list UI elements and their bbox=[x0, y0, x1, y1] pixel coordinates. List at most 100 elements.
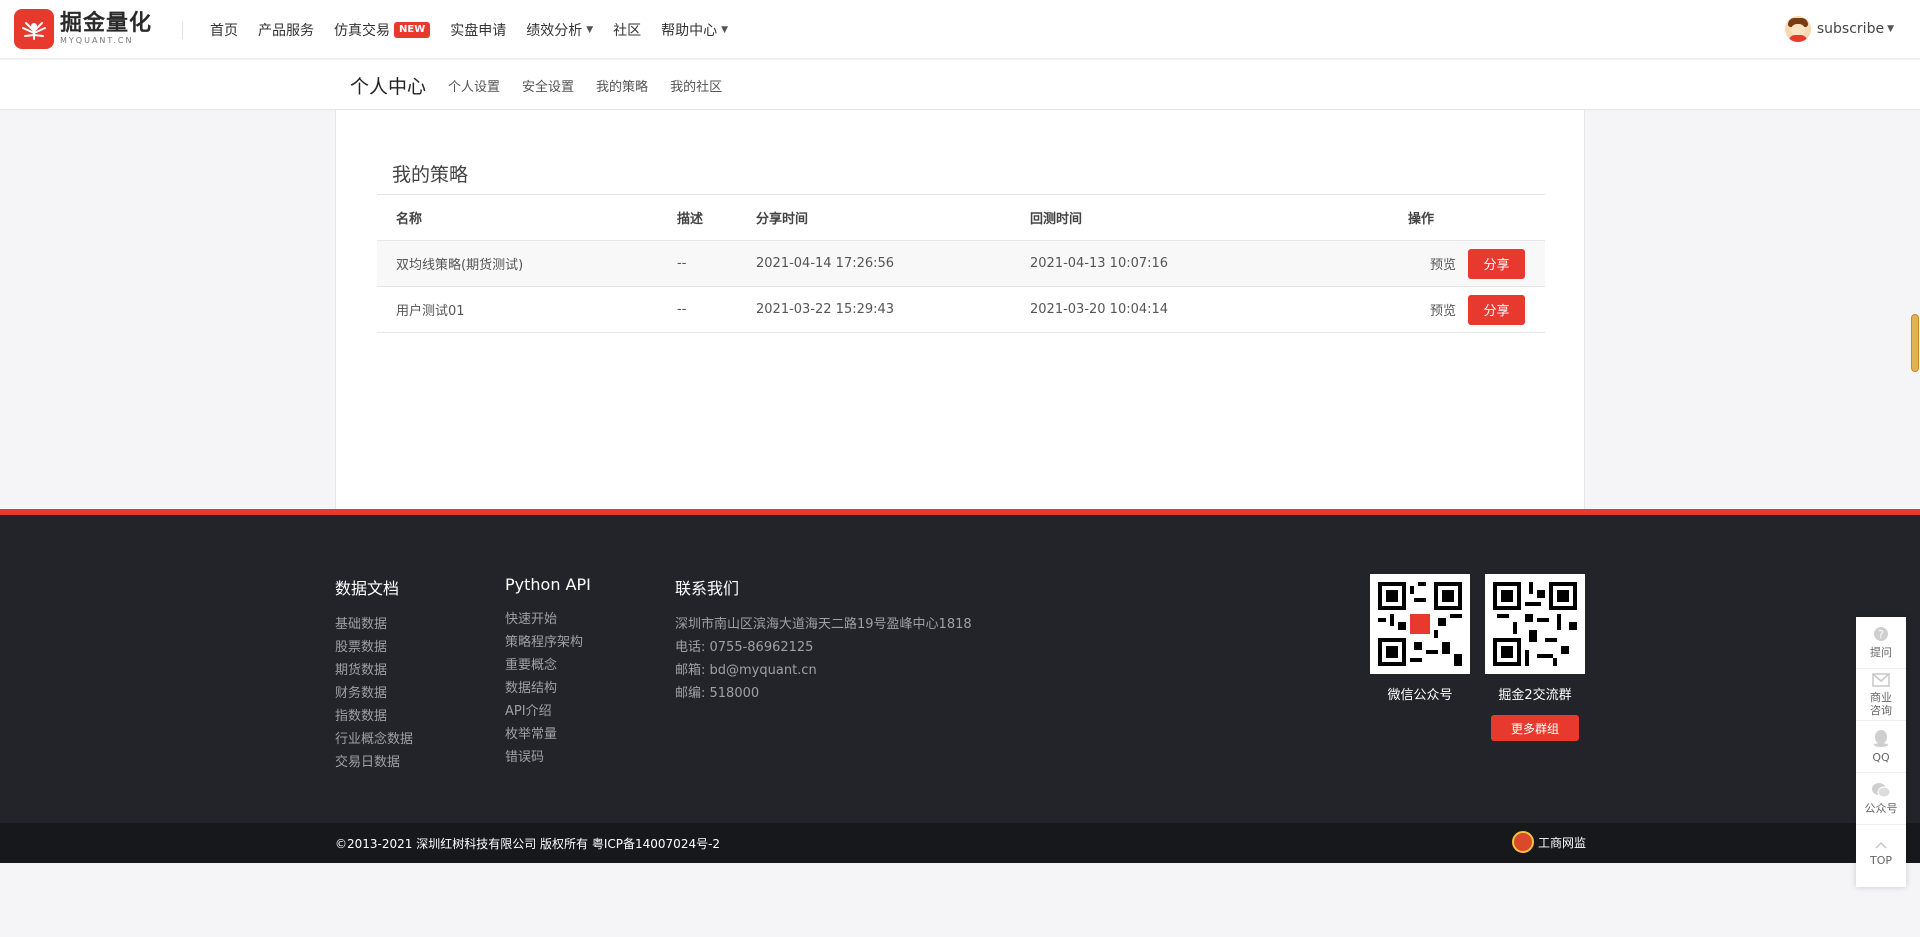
header-divider bbox=[182, 21, 183, 39]
contact-zip: 邮编: 518000 bbox=[675, 686, 760, 701]
col-header-ops: 操作 bbox=[1408, 194, 1545, 241]
float-top-button[interactable]: TOP bbox=[1856, 825, 1906, 877]
contact-phone: 电话: 0755-86962125 bbox=[675, 640, 814, 655]
subnav-item-strategies[interactable]: 我的策略 bbox=[596, 76, 648, 95]
mail-icon bbox=[1872, 672, 1890, 691]
table-row: 双均线策略(期货测试) -- 2021-04-14 17:26:56 2021-… bbox=[377, 240, 1545, 287]
subnav-item-community[interactable]: 我的社区 bbox=[670, 76, 722, 95]
nav-item-label: 帮助中心 bbox=[661, 22, 718, 39]
nav-item-label: 绩效分析 bbox=[526, 22, 583, 39]
subnav-title: 个人中心 bbox=[350, 75, 427, 98]
floating-toolbar: ? 提问 商业 咨询 QQ 公众号 TOP bbox=[1856, 617, 1906, 887]
nav-item-live-apply[interactable]: 实盘申请 bbox=[450, 20, 506, 40]
caret-down-icon: ▼ bbox=[1887, 24, 1894, 34]
float-ask-button[interactable]: ? 提问 bbox=[1856, 617, 1906, 669]
gov-emblem-icon bbox=[1512, 831, 1534, 853]
footer-link[interactable]: 错误码 bbox=[505, 746, 591, 769]
cell-ops: 预览 分享 bbox=[1408, 240, 1545, 287]
user-menu[interactable]: subscribe ▼ bbox=[1784, 16, 1894, 42]
footer-link[interactable]: 股票数据 bbox=[335, 636, 413, 659]
qr-wechat-label: 微信公众号 bbox=[1387, 688, 1453, 703]
col-header-name: 名称 bbox=[377, 194, 677, 241]
preview-link[interactable]: 预览 bbox=[1430, 254, 1456, 273]
nav-item-community[interactable]: 社区 bbox=[613, 20, 641, 40]
logo-mark-icon bbox=[14, 9, 54, 49]
subnav-item-profile[interactable]: 个人设置 bbox=[448, 76, 500, 95]
top-header: 掘金量化 MYQUANT.CN 首页 产品服务 仿真交易 NEW 实盘申请 绩效… bbox=[0, 0, 1920, 59]
footer-link[interactable]: 策略程序架构 bbox=[505, 631, 591, 654]
float-label: 公众号 bbox=[1864, 802, 1898, 815]
share-button[interactable]: 分享 bbox=[1468, 294, 1525, 325]
section-title: 我的策略 bbox=[392, 164, 469, 186]
footer-link[interactable]: 期货数据 bbox=[335, 659, 413, 682]
gov-label: 工商网监 bbox=[1538, 835, 1587, 850]
footer-link[interactable]: 财务数据 bbox=[335, 682, 413, 705]
footer-link[interactable]: 基础数据 bbox=[335, 613, 413, 636]
sub-nav: 个人中心 个人设置 安全设置 我的策略 我的社区 bbox=[0, 60, 1920, 110]
col-header-backtest-time: 回测时间 bbox=[1030, 194, 1408, 241]
nav-item-home[interactable]: 首页 bbox=[210, 20, 238, 40]
footer-link[interactable]: 快速开始 bbox=[505, 608, 591, 631]
more-groups-button[interactable]: 更多群组 bbox=[1491, 715, 1579, 741]
qq-icon bbox=[1873, 729, 1889, 751]
footer-link[interactable]: 数据结构 bbox=[505, 677, 591, 700]
bottom-bar: ©2013-2021 深圳红树科技有限公司 版权所有 粤ICP备14007024… bbox=[0, 823, 1920, 863]
copyright-text: ©2013-2021 深圳红树科技有限公司 版权所有 粤ICP备14007024… bbox=[335, 837, 721, 851]
subnav-item-security[interactable]: 安全设置 bbox=[522, 76, 574, 95]
table-header-row: 名称 描述 分享时间 回测时间 操作 bbox=[377, 194, 1545, 241]
share-button[interactable]: 分享 bbox=[1468, 248, 1525, 279]
scrollbar-thumb[interactable] bbox=[1911, 314, 1919, 372]
footer-docs-column: 数据文档 基础数据 股票数据 期货数据 财务数据 指数数据 行业概念数据 交易日… bbox=[335, 575, 413, 774]
nav-item-label: 社区 bbox=[613, 22, 642, 39]
preview-link[interactable]: 预览 bbox=[1430, 300, 1456, 319]
cell-name: 双均线策略(期货测试) bbox=[377, 240, 677, 287]
logo-subtitle: MYQUANT.CN bbox=[60, 36, 134, 45]
strategies-card: 我的策略 名称 描述 分享时间 回测时间 操作 双均线策略(期货测试) -- 2… bbox=[335, 110, 1585, 510]
footer-link[interactable]: 交易日数据 bbox=[335, 751, 413, 774]
qr-wechat-block: 微信公众号 bbox=[1370, 574, 1470, 703]
col-header-share-time: 分享时间 bbox=[756, 194, 1030, 241]
nav-item-help[interactable]: 帮助中心 ▼ bbox=[661, 20, 728, 40]
cell-desc: -- bbox=[677, 240, 756, 287]
footer-link[interactable]: 重要概念 bbox=[505, 654, 591, 677]
float-qq-button[interactable]: QQ bbox=[1856, 721, 1906, 773]
question-icon: ? bbox=[1873, 626, 1889, 646]
nav-item-products[interactable]: 产品服务 bbox=[258, 20, 314, 40]
float-label: QQ bbox=[1872, 751, 1890, 764]
svg-text:?: ? bbox=[1878, 628, 1884, 641]
footer-link[interactable]: 枚举常量 bbox=[505, 723, 591, 746]
strategies-table: 名称 描述 分享时间 回测时间 操作 双均线策略(期货测试) -- 2021-0… bbox=[377, 194, 1545, 333]
footer-link[interactable]: 指数数据 bbox=[335, 705, 413, 728]
float-wechat-button[interactable]: 公众号 bbox=[1856, 773, 1906, 825]
footer-link[interactable]: 行业概念数据 bbox=[335, 728, 413, 751]
footer-docs-title: 数据文档 bbox=[335, 579, 400, 598]
footer-api-column: Python API 快速开始 策略程序架构 重要概念 数据结构 API介绍 枚… bbox=[505, 575, 591, 769]
contact-address: 深圳市南山区滨海大道海天二路19号盈峰中心1818 bbox=[675, 617, 972, 632]
footer-link[interactable]: API介绍 bbox=[505, 700, 591, 723]
nav-item-performance[interactable]: 绩效分析 ▼ bbox=[526, 20, 593, 40]
contact-email: 邮箱: bd@myquant.cn bbox=[675, 663, 817, 678]
qr-code-icon bbox=[1485, 574, 1585, 674]
wechat-icon bbox=[1871, 782, 1891, 802]
cell-backtest-time: 2021-03-20 10:04:14 bbox=[1030, 286, 1408, 333]
caret-down-icon: ▼ bbox=[721, 24, 729, 35]
float-business-button[interactable]: 商业 咨询 bbox=[1856, 669, 1906, 721]
cell-share-time: 2021-03-22 15:29:43 bbox=[756, 286, 1030, 333]
cell-name: 用户测试01 bbox=[377, 286, 677, 333]
footer-contact-column: 联系我们 深圳市南山区滨海大道海天二路19号盈峰中心1818 电话: 0755-… bbox=[675, 575, 972, 705]
arrow-up-icon bbox=[1874, 836, 1888, 854]
float-label: 提问 bbox=[1870, 646, 1892, 659]
float-label: 商业 咨询 bbox=[1870, 690, 1892, 717]
new-badge: NEW bbox=[394, 21, 431, 38]
logo[interactable]: 掘金量化 MYQUANT.CN bbox=[14, 9, 152, 49]
nav-item-label: 首页 bbox=[210, 22, 238, 39]
col-header-desc: 描述 bbox=[677, 194, 756, 241]
nav-item-label: 仿真交易 bbox=[334, 22, 390, 39]
cell-share-time: 2021-04-14 17:26:56 bbox=[756, 240, 1030, 287]
float-label: TOP bbox=[1869, 853, 1892, 867]
table-row: 用户测试01 -- 2021-03-22 15:29:43 2021-03-20… bbox=[377, 286, 1545, 333]
nav-item-sim-trading[interactable]: 仿真交易 NEW bbox=[334, 20, 431, 40]
footer-api-title: Python API bbox=[505, 575, 591, 594]
cell-ops: 预览 分享 bbox=[1408, 286, 1545, 333]
gov-badge[interactable]: 工商网监 bbox=[1512, 831, 1586, 853]
